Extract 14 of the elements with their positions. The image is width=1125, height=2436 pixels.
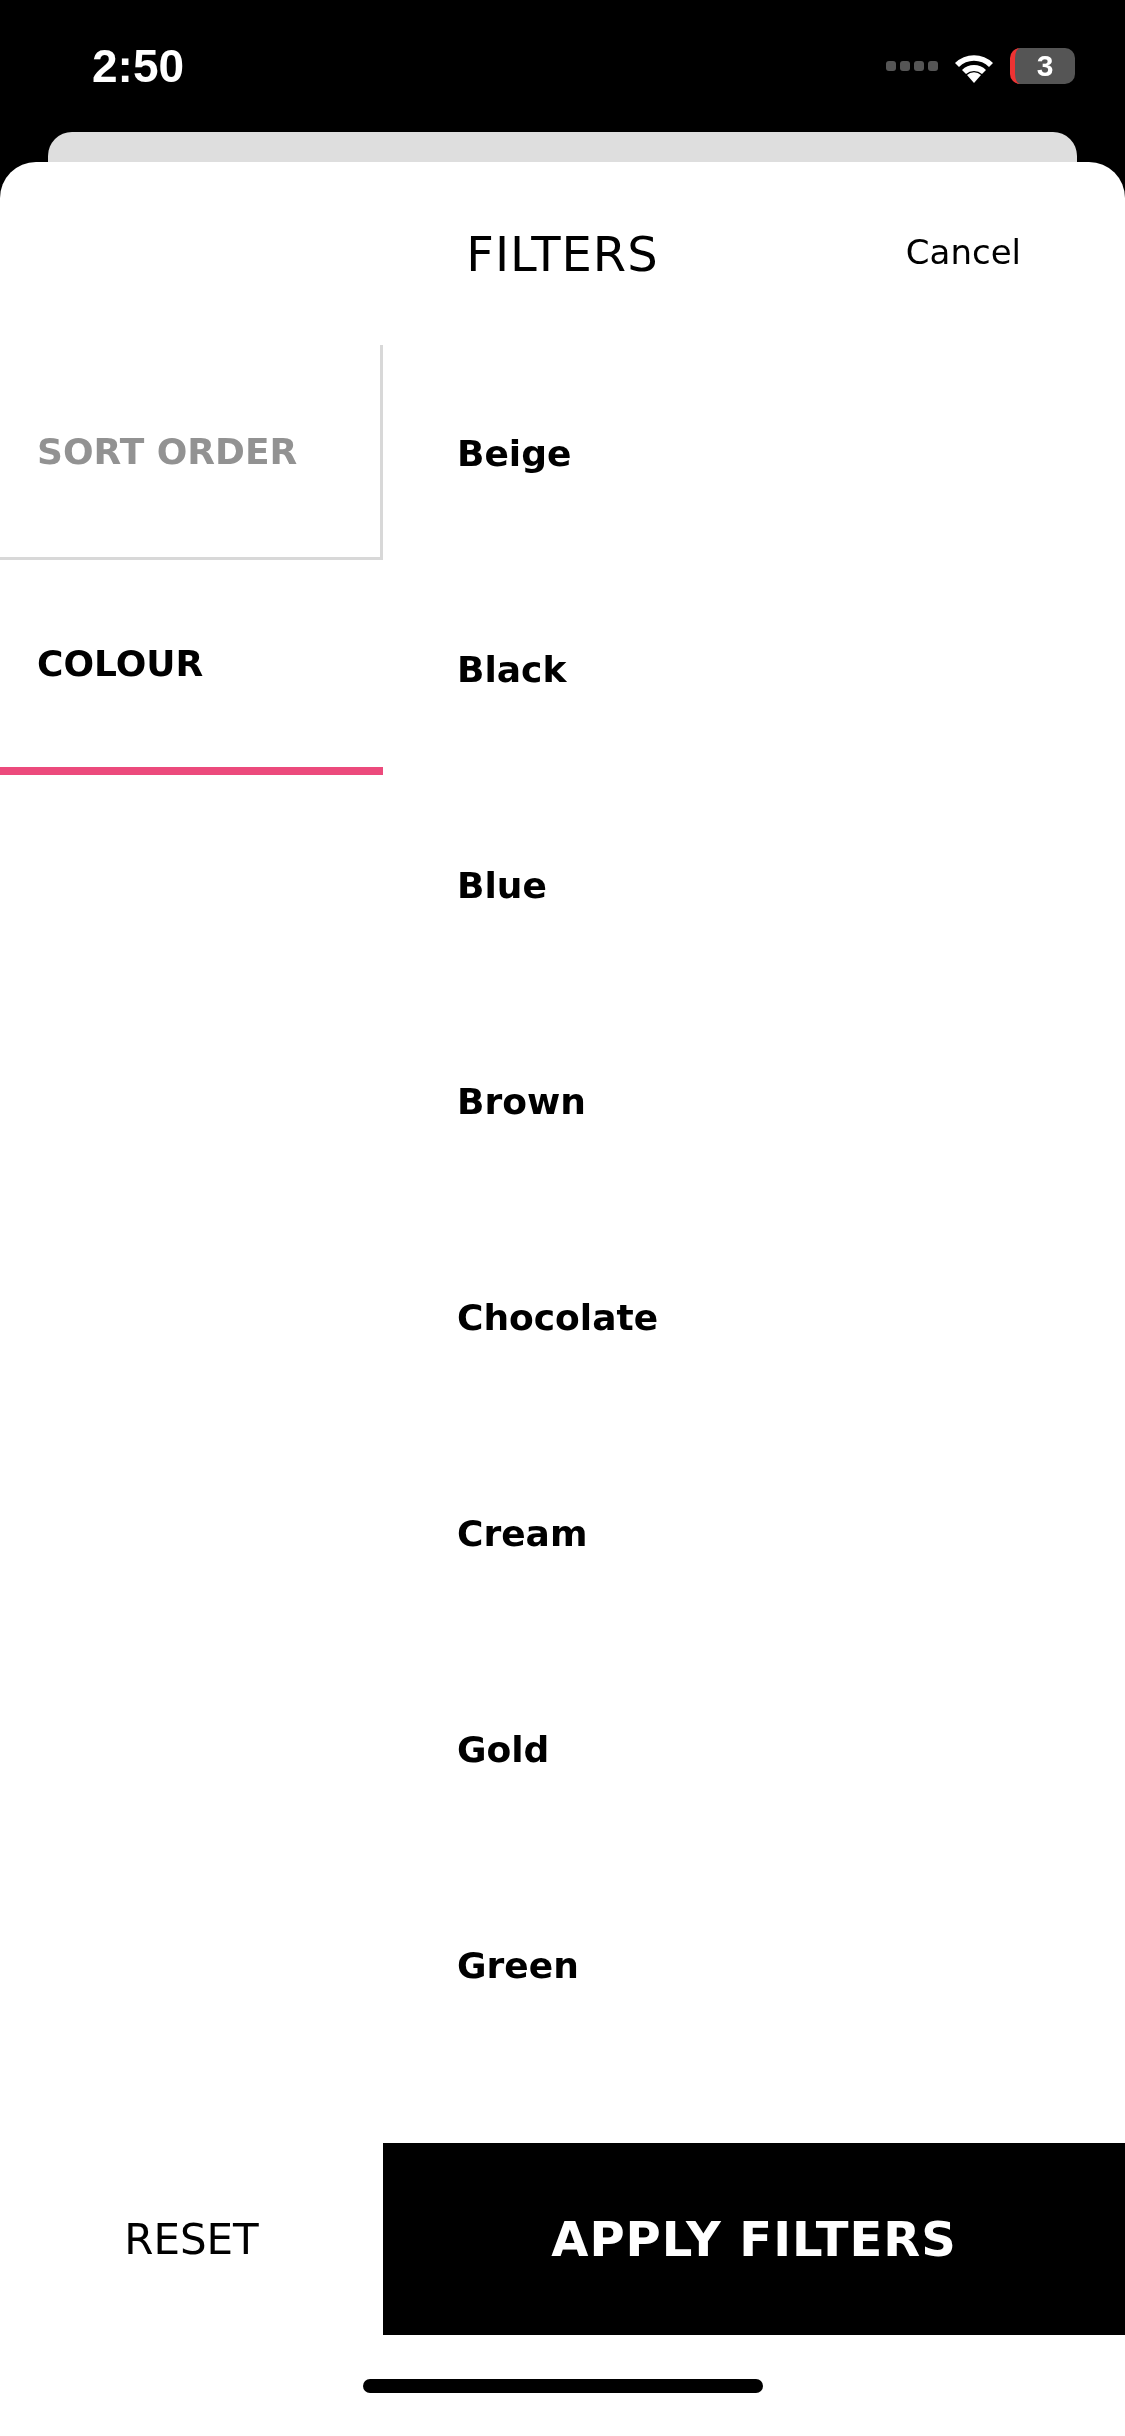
colour-option[interactable]: Green <box>457 1944 579 1986</box>
cancel-button[interactable]: Cancel <box>905 232 1021 272</box>
colour-option[interactable]: Brown <box>457 1080 586 1122</box>
apply-filters-button[interactable]: APPLY FILTERS <box>383 2143 1125 2335</box>
colour-option[interactable]: Gold <box>457 1728 550 1770</box>
clock-time: 2:50 <box>92 39 185 93</box>
colour-option[interactable]: Beige <box>457 432 572 474</box>
colour-option[interactable]: Blue <box>457 864 547 906</box>
battery-icon: 3 <box>1010 48 1075 84</box>
colour-option[interactable]: Black <box>457 648 567 690</box>
signal-icon <box>886 60 938 72</box>
colour-option[interactable]: Cream <box>457 1512 588 1554</box>
sheet-title: FILTERS <box>466 225 659 282</box>
colour-option[interactable]: Chocolate <box>457 1296 659 1338</box>
